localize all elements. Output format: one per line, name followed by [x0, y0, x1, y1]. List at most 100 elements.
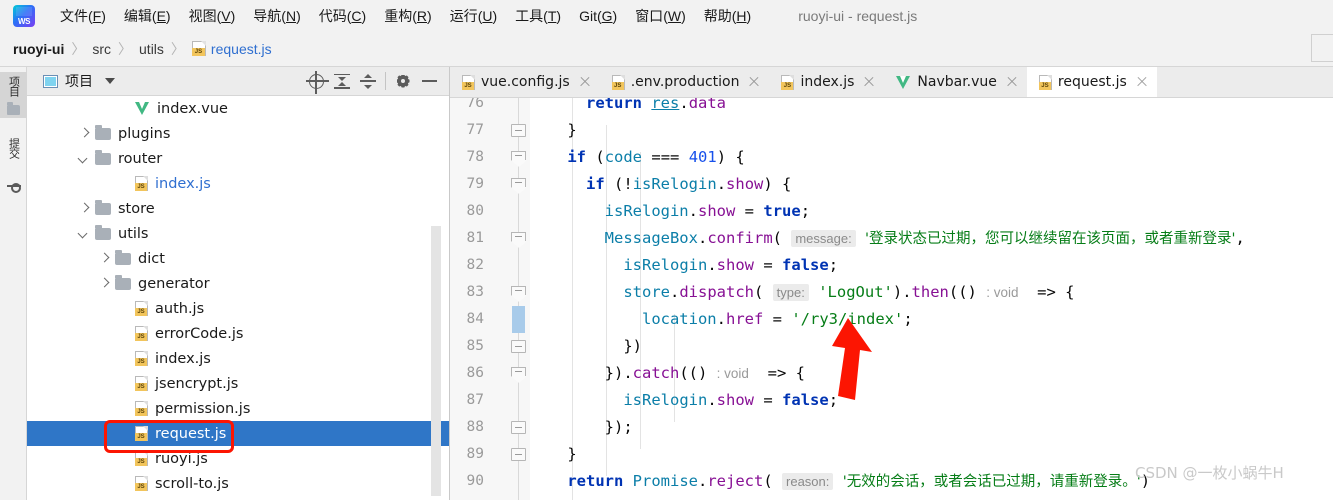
gutter-change-marker: [512, 306, 525, 333]
tree-item-request-js[interactable]: request.js: [27, 421, 449, 446]
tree-spacer: [119, 304, 128, 313]
menu-item-tools[interactable]: 工具(T): [506, 4, 570, 28]
menu-item-window[interactable]: 窗口(W): [626, 4, 695, 28]
code-line-85: }): [530, 333, 642, 360]
fold-marker-minus[interactable]: [511, 421, 526, 434]
code-editor[interactable]: 767778798081828384858687888990 return re…: [450, 98, 1333, 500]
fold-marker-arrow[interactable]: [511, 151, 526, 160]
chevron-right-icon[interactable]: [79, 129, 88, 138]
breadcrumb-utils[interactable]: utils: [139, 41, 164, 57]
editor-tab-Navbar-vue[interactable]: Navbar.vue: [884, 67, 1027, 97]
breadcrumb-file-wrap[interactable]: request.js: [192, 41, 272, 57]
strip-button-commit[interactable]: 提交: [0, 135, 27, 177]
tree-item-permission-js[interactable]: permission.js: [27, 396, 449, 421]
editor-tab-label: .env.production: [631, 74, 740, 90]
tree-item-router[interactable]: router: [27, 146, 449, 171]
menu-item-code[interactable]: 代码(C): [310, 4, 375, 28]
strip-button-project[interactable]: 项目: [0, 72, 27, 118]
collapse-all-button[interactable]: [355, 68, 381, 94]
expand-all-icon: [334, 74, 350, 89]
menu-item-refactor[interactable]: 重构(R): [375, 4, 440, 28]
menu-item-edit[interactable]: 编辑(E): [115, 4, 180, 28]
tree-item-dict[interactable]: dict: [27, 246, 449, 271]
tree-item-utils[interactable]: utils: [27, 221, 449, 246]
tree-item-ruoyi-js[interactable]: ruoyi.js: [27, 446, 449, 471]
fold-marker-minus[interactable]: [511, 124, 526, 137]
strip-button-structure[interactable]: [0, 179, 27, 199]
param-hint-reason: reason:: [782, 473, 833, 490]
editor-tab-request-js[interactable]: request.js: [1027, 67, 1157, 97]
close-icon[interactable]: [579, 76, 591, 88]
tree-item-label: request.js: [155, 426, 226, 442]
strip-commit-label: 提交: [6, 138, 22, 158]
chevron-down-icon[interactable]: [79, 229, 88, 238]
toolbar-right-button[interactable]: [1311, 34, 1333, 62]
menu-bar: 文件(F) 编辑(E) 视图(V) 导航(N) 代码(C) 重构(R) 运行(U…: [0, 0, 1333, 31]
locate-icon: [309, 74, 324, 89]
menu-label: 代码: [319, 8, 347, 24]
strip-project-label: 项目: [6, 76, 22, 96]
js-icon: [135, 301, 148, 316]
line-number-76: 76: [450, 98, 530, 117]
close-icon[interactable]: [863, 76, 875, 88]
code-line-86: }).catch(() : void => {: [530, 360, 805, 387]
editor-tab-vue-config-js[interactable]: vue.config.js: [450, 67, 600, 97]
js-icon: [781, 75, 794, 90]
breadcrumb-root[interactable]: ruoyi-ui: [13, 41, 64, 57]
close-icon[interactable]: [1136, 76, 1148, 88]
tree-item-plugins[interactable]: plugins: [27, 121, 449, 146]
fold-marker-minus[interactable]: [511, 448, 526, 461]
tree-item-index-js[interactable]: index.js: [27, 171, 449, 196]
project-tree[interactable]: index.vuepluginsrouterindex.jsstoreutils…: [27, 96, 449, 500]
minimize-button[interactable]: [416, 68, 442, 94]
menu-item-run[interactable]: 运行(U): [441, 4, 506, 28]
fold-marker-minus[interactable]: [511, 340, 526, 353]
editor-gutter[interactable]: 767778798081828384858687888990: [450, 98, 530, 500]
editor-tab-label: request.js: [1058, 74, 1127, 90]
locate-file-button[interactable]: [303, 68, 329, 94]
chevron-down-icon[interactable]: [105, 78, 115, 84]
tree-item-auth-js[interactable]: auth.js: [27, 296, 449, 321]
menu-item-navigate[interactable]: 导航(N): [244, 4, 309, 28]
js-icon: [462, 75, 475, 90]
tree-item-index-vue[interactable]: index.vue: [27, 96, 449, 121]
menu-item-view[interactable]: 视图(V): [180, 4, 245, 28]
close-icon[interactable]: [748, 76, 760, 88]
close-icon[interactable]: [1006, 76, 1018, 88]
chevron-right-icon[interactable]: [99, 254, 108, 263]
collapse-all-icon: [360, 74, 376, 89]
menu-item-file[interactable]: 文件(F): [51, 4, 115, 28]
fold-marker-arrow[interactable]: [511, 286, 526, 295]
type-hint-void: : void: [986, 285, 1018, 300]
tree-item-errorCode-js[interactable]: errorCode.js: [27, 321, 449, 346]
js-icon: [1039, 75, 1052, 90]
menu-item-git[interactable]: Git(G): [570, 6, 626, 26]
project-tree-scrollbar[interactable]: [431, 226, 441, 496]
breadcrumb-separator: 〉: [118, 39, 132, 59]
editor-tab--env-production[interactable]: .env.production: [600, 67, 770, 97]
menu-item-help[interactable]: 帮助(H): [695, 4, 760, 28]
tree-item-store[interactable]: store: [27, 196, 449, 221]
tree-item-index-js[interactable]: index.js: [27, 346, 449, 371]
fold-marker-arrow[interactable]: [511, 367, 526, 376]
tree-item-generator[interactable]: generator: [27, 271, 449, 296]
chevron-down-icon[interactable]: [79, 154, 88, 163]
fold-marker-arrow[interactable]: [511, 232, 526, 241]
tree-item-scroll-to-js[interactable]: scroll-to.js: [27, 471, 449, 496]
expand-all-button[interactable]: [329, 68, 355, 94]
chevron-right-icon[interactable]: [99, 279, 108, 288]
menu-mnemonic: G: [602, 8, 613, 24]
menu-mnemonic: N: [286, 8, 296, 24]
toolbar-divider: [385, 72, 386, 90]
file-icon: [612, 75, 625, 90]
settings-button[interactable]: [390, 68, 416, 94]
project-panel-title: 项目: [65, 71, 93, 91]
editor-tab-label: vue.config.js: [481, 74, 570, 90]
code-content[interactable]: return res.data } if (code === 401) { if…: [530, 98, 1333, 500]
fold-marker-arrow[interactable]: [511, 178, 526, 187]
editor-tab-index-js[interactable]: index.js: [769, 67, 884, 97]
tree-item-jsencrypt-js[interactable]: jsencrypt.js: [27, 371, 449, 396]
tree-spacer: [119, 479, 128, 488]
breadcrumb-src[interactable]: src: [92, 41, 111, 57]
chevron-right-icon[interactable]: [79, 204, 88, 213]
